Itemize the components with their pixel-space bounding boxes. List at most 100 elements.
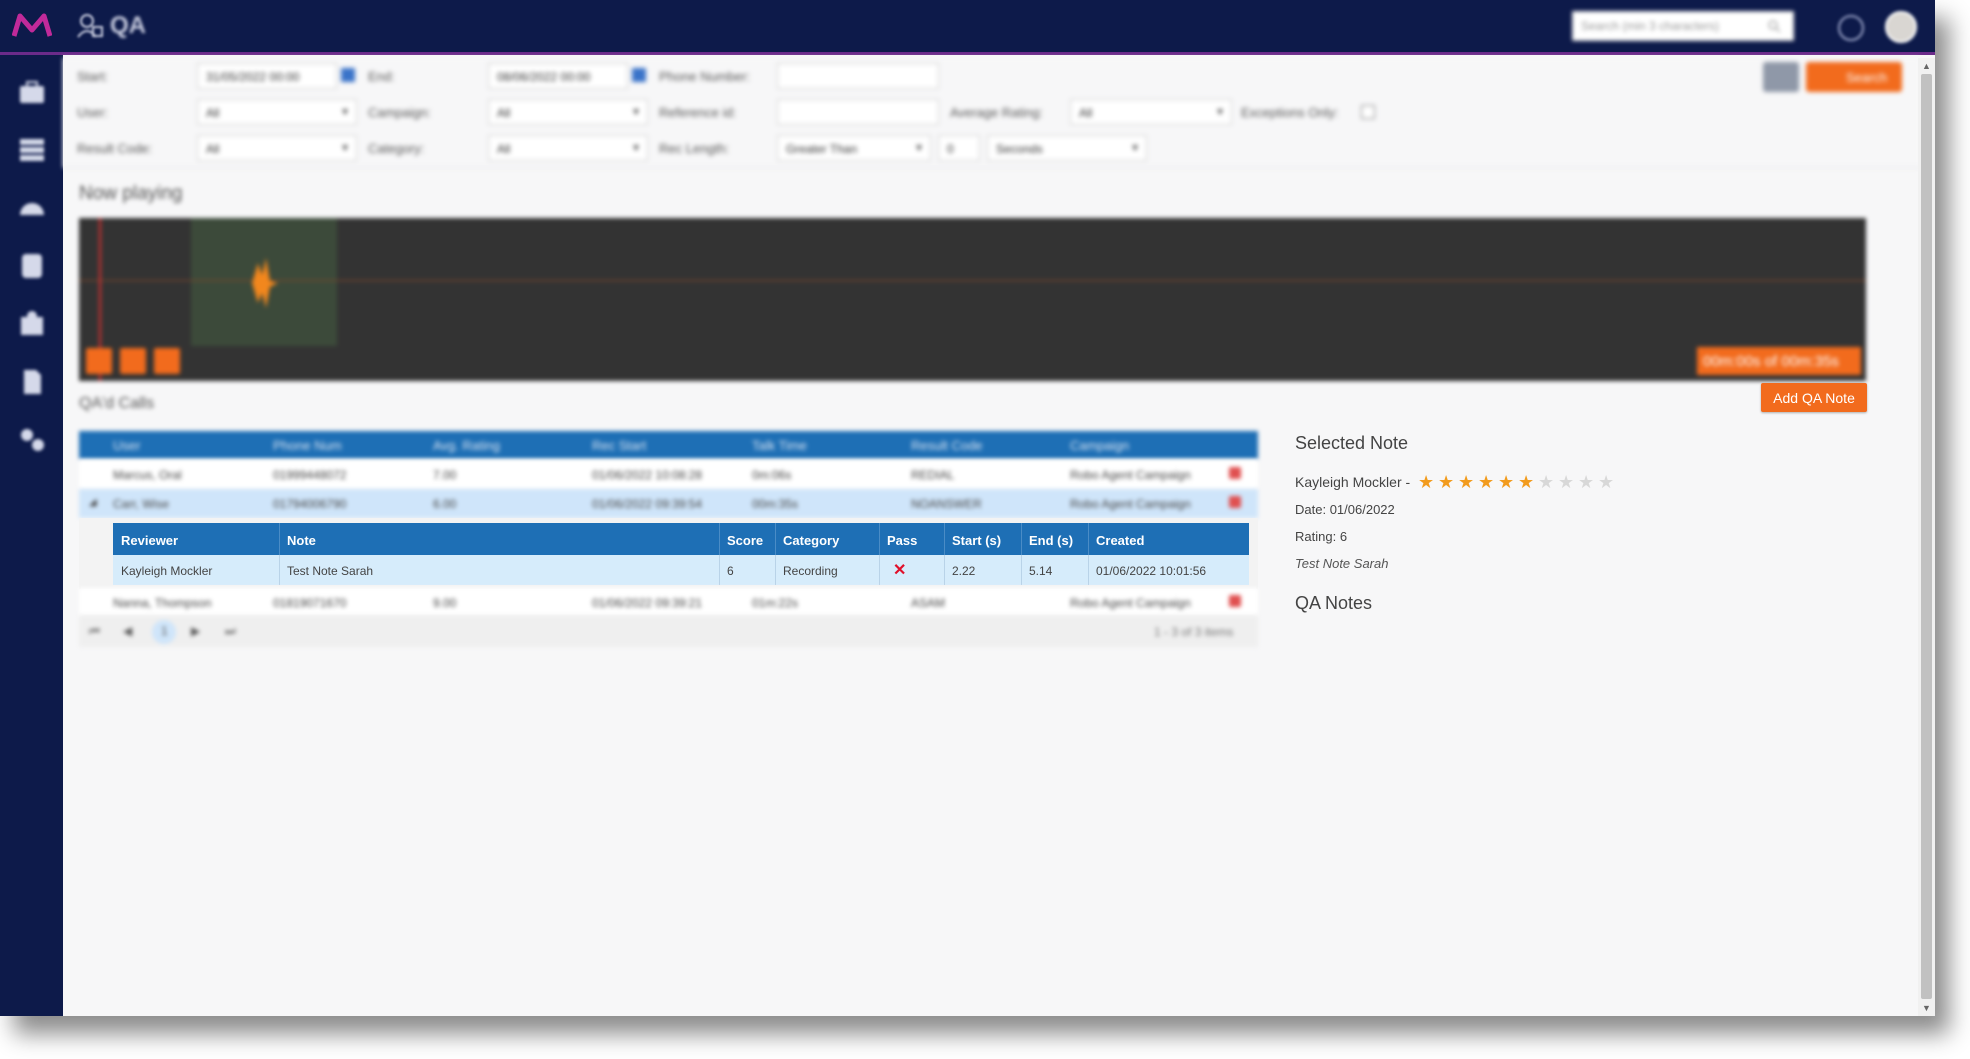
search-placeholder: Search (min 3 characters)	[1581, 19, 1720, 33]
vertical-scrollbar[interactable]: ▲ ▼	[1918, 58, 1935, 1016]
table-row[interactable]: Nanna, Thompson 01819071670 9.00 01/06/2…	[79, 588, 1258, 617]
table-row[interactable]: Marcus, Oral 01999448072 7.00 01/06/2022…	[79, 460, 1258, 489]
category-select-value: All	[497, 142, 511, 156]
selected-note-text: Test Note Sarah	[1295, 556, 1389, 571]
app-title: QA	[110, 12, 146, 39]
star-filled-icon: ★	[1518, 472, 1535, 492]
phone-number-input[interactable]	[777, 63, 939, 89]
cell-reviewer: Kayleigh Mockler	[121, 564, 213, 578]
campaign-label: Campaign:	[368, 105, 431, 120]
rewind-button[interactable]	[86, 348, 112, 374]
column-header[interactable]: Phone Num	[273, 438, 342, 453]
cell-result-code: ASAM	[911, 596, 946, 610]
phone-label: Phone Number:	[659, 69, 751, 84]
menu-button[interactable]	[1763, 62, 1799, 92]
briefcase-icon[interactable]	[17, 77, 47, 107]
cell-score: 6	[727, 564, 734, 578]
current-page[interactable]: 1	[161, 624, 168, 638]
date-label: Date:	[1295, 502, 1327, 517]
grid-icon[interactable]	[17, 135, 47, 165]
now-playing-title: Now playing	[79, 183, 183, 204]
contacts-icon[interactable]	[17, 309, 47, 339]
selected-note-reviewer: Kayleigh Mockler -	[1295, 474, 1411, 490]
star-filled-icon: ★	[1418, 472, 1435, 492]
column-header[interactable]: Reviewer	[121, 533, 178, 548]
reference-id-input[interactable]	[777, 99, 939, 125]
exceptions-checkbox[interactable]	[1361, 105, 1375, 119]
avg-rating-select[interactable]: All ▼	[1070, 99, 1232, 125]
fail-icon: ✕	[893, 562, 907, 579]
rec-length-value-input[interactable]: 0	[938, 135, 980, 161]
scroll-up-icon[interactable]: ▲	[1922, 61, 1931, 71]
dashboard-icon[interactable]	[17, 193, 47, 223]
help-icon[interactable]	[1838, 15, 1864, 41]
column-header[interactable]: End (s)	[1029, 533, 1073, 548]
add-qa-note-button[interactable]: Add QA Note	[1761, 383, 1867, 412]
column-divider	[879, 523, 880, 555]
avatar[interactable]	[1885, 11, 1917, 43]
cell-end: 5.14	[1029, 564, 1053, 578]
column-header[interactable]: Avg. Rating	[433, 438, 500, 453]
delete-icon[interactable]	[1229, 496, 1241, 508]
settings-icon[interactable]	[17, 425, 47, 455]
global-search-input[interactable]: Search (min 3 characters)	[1572, 11, 1794, 41]
column-header[interactable]: Result Code	[911, 438, 983, 453]
column-divider	[719, 555, 720, 585]
play-button[interactable]	[120, 348, 146, 374]
avg-rating-label: Average Rating:	[950, 105, 1043, 120]
last-page-icon[interactable]: ⏭	[225, 624, 236, 639]
scroll-thumb[interactable]	[1921, 74, 1932, 999]
user-select[interactable]: All ▼	[197, 99, 357, 125]
detail-header: Reviewer Note Score Category Pass Start …	[113, 523, 1249, 555]
column-header[interactable]: Pass	[887, 533, 917, 548]
cell-user: Carr, Wise	[113, 497, 170, 511]
calendar-icon[interactable]	[632, 68, 646, 82]
document-icon[interactable]	[17, 367, 47, 397]
detail-row[interactable]: Kayleigh Mockler Test Note Sarah 6 Recor…	[113, 555, 1249, 585]
column-header[interactable]: User	[113, 438, 140, 453]
audio-player[interactable]: 00m:00s of 00m:35s	[79, 218, 1866, 381]
column-header[interactable]: Talk Time	[752, 438, 807, 453]
prev-page-icon[interactable]: ◀	[123, 624, 132, 638]
first-page-icon[interactable]: ⏮	[89, 624, 100, 639]
column-divider	[879, 555, 880, 585]
chevron-down-icon: ▼	[914, 143, 924, 154]
star-filled-icon: ★	[1478, 472, 1495, 492]
calendar-icon[interactable]	[341, 68, 355, 82]
table-row-selected[interactable]: ◢ Carr, Wise 01794006790 6.00 01/06/2022…	[79, 489, 1258, 518]
next-page-icon[interactable]: ▶	[191, 624, 200, 638]
start-date-input[interactable]: 31/05/2022 00:00	[197, 63, 337, 89]
column-divider	[775, 523, 776, 555]
cell-rec-start: 01/06/2022 10:08:28	[592, 468, 703, 482]
column-header[interactable]: Rec Start	[592, 438, 646, 453]
campaign-select[interactable]: All ▼	[488, 99, 648, 125]
result-code-select-value: All	[206, 142, 220, 156]
rec-length-op-select[interactable]: Greater Than ▼	[777, 135, 931, 161]
database-icon[interactable]	[17, 251, 47, 281]
search-button[interactable]: Search	[1806, 62, 1902, 92]
delete-icon[interactable]	[1229, 595, 1241, 607]
avg-rating-select-value: All	[1079, 106, 1093, 120]
pager: ⏮ ◀ 1 ▶ ⏭ 1 - 3 of 3 items	[79, 615, 1258, 647]
scroll-down-icon[interactable]: ▼	[1922, 1003, 1931, 1013]
column-header[interactable]: Category	[783, 533, 839, 548]
column-header[interactable]: Campaign	[1070, 438, 1129, 453]
end-date-input[interactable]: 08/06/2022 00:00	[488, 63, 628, 89]
rec-length-unit-select[interactable]: Seconds ▼	[987, 135, 1147, 161]
column-header[interactable]: Created	[1096, 533, 1144, 548]
result-code-label: Result Code:	[77, 141, 153, 156]
cell-rating: 6.00	[433, 497, 457, 511]
cell-campaign: Robo Agent Campaign	[1070, 596, 1191, 610]
collapse-icon[interactable]: ◢	[89, 497, 97, 508]
column-header[interactable]: Start (s)	[952, 533, 1001, 548]
category-label: Category:	[368, 141, 425, 156]
qa-user-icon	[77, 14, 103, 38]
category-select[interactable]: All ▼	[488, 135, 648, 161]
logo-icon[interactable]	[12, 12, 52, 40]
column-header[interactable]: Score	[727, 533, 763, 548]
column-header[interactable]: Note	[287, 533, 316, 548]
rating-stars: ★ ★ ★ ★ ★ ★ ★ ★ ★ ★	[1418, 472, 1618, 492]
result-code-select[interactable]: All ▼	[197, 135, 357, 161]
delete-icon[interactable]	[1229, 467, 1241, 479]
forward-button[interactable]	[154, 348, 180, 374]
